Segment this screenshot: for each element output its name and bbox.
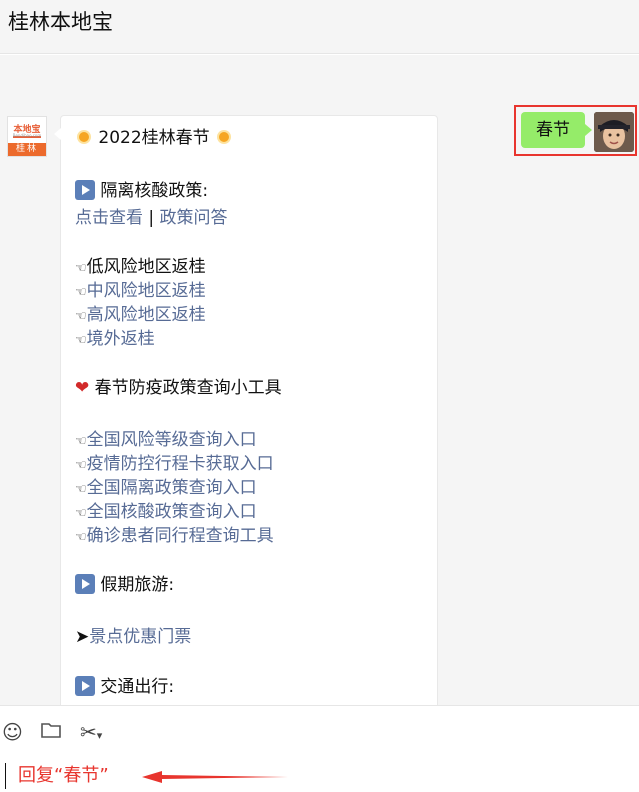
link-travel-card[interactable]: 疫情防控行程卡获取入口 [87, 454, 274, 474]
low-risk-line: ☜低风险地区返桂 [75, 255, 206, 281]
pointing-hand-icon: ☜ [75, 458, 87, 473]
link-overseas[interactable]: 境外返桂 [87, 329, 155, 349]
link-nucleic-policy[interactable]: 全国核酸政策查询入口 [87, 502, 257, 522]
tools-title-line: ❤ 春节防疫政策查询小工具 [75, 376, 282, 400]
link-mid-risk[interactable]: 中风险地区返桂 [87, 281, 206, 301]
link-tickets[interactable]: 景点优惠门票 [89, 627, 191, 647]
low-risk-text: 低风险地区返桂 [86, 257, 206, 277]
link-risk-level[interactable]: 全国风险等级查询入口 [87, 430, 257, 450]
section-quarantine-title: 隔离核酸政策: [75, 179, 208, 203]
link-view-policy[interactable]: 点击查看 [75, 208, 143, 228]
reply-hint: 回复“春节” [18, 765, 109, 786]
pointing-hand-icon: ☜ [75, 506, 87, 521]
pointing-hand-icon: ☜ [75, 530, 87, 545]
tool-line: ☜全国隔离政策查询入口 [75, 476, 257, 502]
play-icon [75, 574, 95, 594]
transport-title-line: 交通出行: [75, 675, 174, 699]
user-avatar-photo [594, 112, 634, 152]
tools-title: 春节防疫政策查询小工具 [94, 378, 282, 398]
policy-links: 点击查看 | 政策问答 [75, 208, 228, 228]
pointing-hand-icon: ☜ [75, 333, 87, 348]
tool-line: ☜全国风险等级查询入口 [75, 428, 257, 454]
arrow-bullet-icon: ➤ [75, 627, 90, 647]
user-avatar[interactable] [594, 112, 634, 152]
outgoing-bubble[interactable]: 春节 [521, 112, 592, 148]
arrow-left-icon [142, 771, 288, 783]
smiley-icon[interactable]: ☺ [2, 720, 23, 744]
mid-risk-line: ☜中风险地区返桂 [75, 279, 206, 305]
pointing-hand-icon: ☜ [75, 309, 87, 324]
tool-line: ☜全国核酸政策查询入口 [75, 500, 257, 526]
message-title: 2022桂林春节 [98, 128, 210, 148]
pointing-hand-icon: ☜ [75, 482, 87, 497]
chat-header: 桂林本地宝 [0, 0, 639, 54]
link-high-risk[interactable]: 高风险地区返桂 [87, 305, 206, 325]
chat-area[interactable]: 春节 本地宝 Bendibao.com 桂林 2022桂林春节 隔离核酸政策: … [0, 55, 639, 705]
tickets-line: ➤景点优惠门票 [75, 625, 191, 649]
overseas-line: ☜境外返桂 [75, 327, 155, 353]
message-title-line: 2022桂林春节 [75, 126, 233, 150]
heart-icon: ❤ [75, 378, 90, 398]
sun-icon [75, 128, 93, 146]
text-cursor [5, 763, 6, 789]
bot-avatar[interactable]: 本地宝 Bendibao.com 桂林 [7, 116, 47, 157]
bot-city-label: 桂林 [8, 143, 46, 156]
tool-line: ☜确诊患者同行程查询工具 [75, 524, 274, 550]
input-toolbar: ☺ ✂▾ 回复“春节” [0, 705, 639, 792]
chat-title: 桂林本地宝 [8, 10, 113, 34]
pointing-hand-icon: ☜ [75, 434, 87, 449]
bot-logo: 本地宝 Bendibao.com [8, 117, 46, 142]
outgoing-message-highlight: 春节 [514, 105, 637, 156]
play-icon [75, 676, 95, 696]
high-risk-line: ☜高风险地区返桂 [75, 303, 206, 329]
incoming-message-bubble: 2022桂林春节 隔离核酸政策: 点击查看 | 政策问答 ☜低风险地区返桂 ☜中… [54, 115, 438, 705]
folder-icon[interactable] [40, 720, 62, 745]
link-quarantine-policy[interactable]: 全国隔离政策查询入口 [87, 478, 257, 498]
pointing-hand-icon: ☜ [75, 285, 87, 300]
tool-line: ☜疫情防控行程卡获取入口 [75, 452, 274, 478]
link-policy-faq[interactable]: 政策问答 [160, 208, 228, 228]
link-same-trip[interactable]: 确诊患者同行程查询工具 [87, 526, 274, 546]
holiday-title-line: 假期旅游: [75, 573, 174, 597]
sun-icon [215, 128, 233, 146]
play-icon [75, 180, 95, 200]
pointing-hand-icon: ☜ [75, 261, 87, 276]
scissors-icon[interactable]: ✂▾ [80, 720, 102, 744]
